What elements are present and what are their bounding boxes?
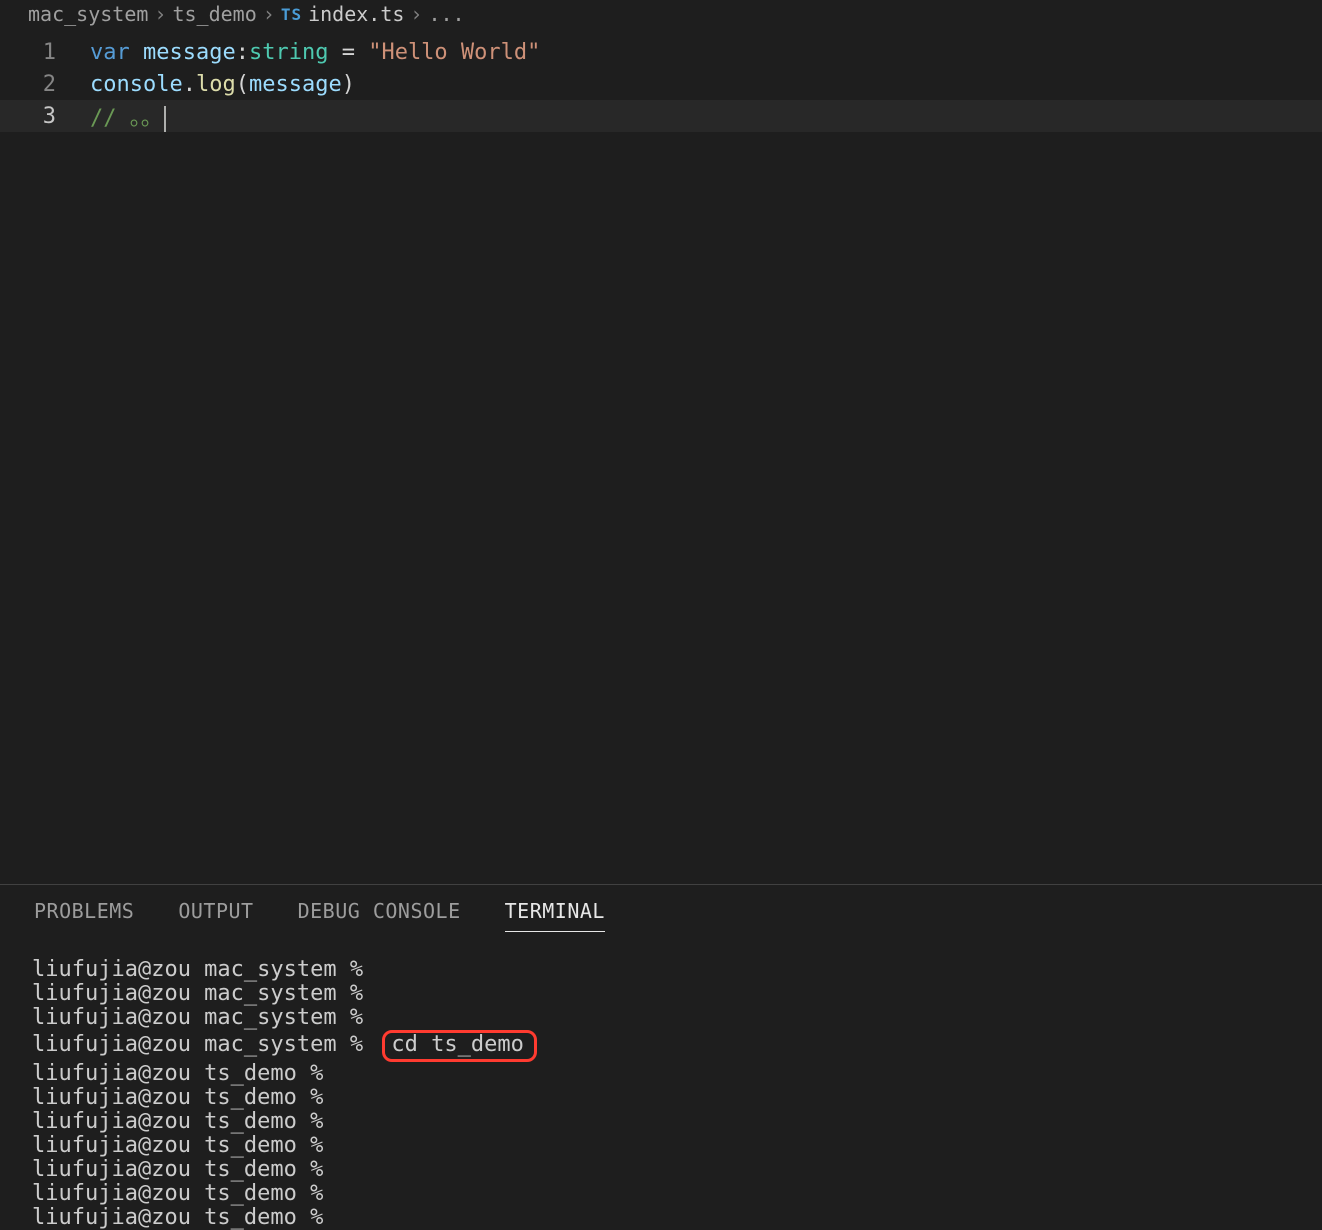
breadcrumb-item-file[interactable]: index.ts: [308, 2, 404, 26]
token: log: [196, 72, 236, 97]
terminal-prompt: liufujia@zou ts_demo %: [32, 1133, 337, 1158]
breadcrumb-item-folder[interactable]: mac_system: [28, 2, 148, 26]
code-content[interactable]: // 。。: [90, 100, 166, 132]
token: :: [236, 40, 249, 65]
panel-tab-terminal[interactable]: TERMINAL: [505, 899, 605, 932]
token: message: [249, 72, 342, 97]
text-cursor: [164, 106, 166, 132]
token: "Hello World": [368, 40, 540, 65]
panel-tab-debug-console[interactable]: DEBUG CONSOLE: [298, 899, 461, 932]
terminal-prompt: liufujia@zou mac_system %: [32, 1005, 376, 1030]
token: string: [249, 40, 328, 65]
terminal-line: liufujia@zou mac_system %: [32, 1006, 1290, 1030]
terminal-prompt: liufujia@zou ts_demo %: [32, 1205, 337, 1230]
bottom-panel: PROBLEMS OUTPUT DEBUG CONSOLE TERMINAL liuf…: [0, 884, 1322, 1230]
terminal-prompt: liufujia@zou ts_demo %: [32, 1157, 337, 1182]
breadcrumb: mac_system › ts_demo › TS index.ts › ...: [0, 0, 1322, 34]
token: =: [328, 40, 368, 65]
code-line[interactable]: 2console.log(message): [0, 68, 1322, 100]
terminal-prompt: liufujia@zou ts_demo %: [32, 1085, 337, 1110]
line-number: 1: [0, 40, 90, 65]
token: ): [342, 72, 355, 97]
token: var: [90, 40, 130, 65]
terminal-line: liufujia@zou ts_demo %: [32, 1134, 1290, 1158]
chevron-right-icon: ›: [154, 2, 166, 26]
breadcrumb-item-folder[interactable]: ts_demo: [172, 2, 256, 26]
token: .: [183, 72, 196, 97]
code-content[interactable]: console.log(message): [90, 72, 355, 97]
terminal-line: liufujia@zou mac_system %: [32, 958, 1290, 982]
terminal-prompt: liufujia@zou ts_demo %: [32, 1061, 337, 1086]
chevron-right-icon: ›: [263, 2, 275, 26]
panel-tab-problems[interactable]: PROBLEMS: [34, 899, 134, 932]
breadcrumb-item-ellipsis[interactable]: ...: [428, 2, 464, 26]
token: (: [236, 72, 249, 97]
terminal-line: liufujia@zou mac_system % cd ts_demo: [32, 1030, 1290, 1062]
line-number: 2: [0, 72, 90, 97]
terminal-line: liufujia@zou ts_demo %: [32, 1206, 1290, 1230]
panel-tabs: PROBLEMS OUTPUT DEBUG CONSOLE TERMINAL: [0, 885, 1322, 942]
code-content[interactable]: var message:string = "Hello World": [90, 40, 540, 65]
token: message: [143, 40, 236, 65]
chevron-right-icon: ›: [410, 2, 422, 26]
terminal-line: liufujia@zou ts_demo %: [32, 1062, 1290, 1086]
terminal-line: liufujia@zou ts_demo %: [32, 1158, 1290, 1182]
code-line[interactable]: 1var message:string = "Hello World": [0, 36, 1322, 68]
terminal-line: liufujia@zou ts_demo %: [32, 1182, 1290, 1206]
token: console: [90, 72, 183, 97]
terminal-line: liufujia@zou ts_demo %: [32, 1086, 1290, 1110]
terminal-prompt: liufujia@zou mac_system %: [32, 981, 376, 1006]
terminal-prompt: liufujia@zou mac_system %: [32, 957, 376, 982]
code-line[interactable]: 3// 。。: [0, 100, 1322, 132]
terminal-prompt: liufujia@zou ts_demo %: [32, 1181, 337, 1206]
terminal-prompt: liufujia@zou ts_demo %: [32, 1109, 337, 1134]
terminal-output[interactable]: liufujia@zou mac_system % liufujia@zou m…: [0, 942, 1322, 1230]
code-editor[interactable]: 1var message:string = "Hello World"2cons…: [0, 34, 1322, 884]
typescript-icon: TS: [281, 5, 302, 24]
highlighted-command: cd ts_demo: [382, 1030, 536, 1062]
token: [130, 40, 143, 65]
terminal-line: liufujia@zou mac_system %: [32, 982, 1290, 1006]
line-number: 3: [0, 104, 90, 129]
token: // 。。: [90, 106, 163, 131]
terminal-line: liufujia@zou ts_demo %: [32, 1110, 1290, 1134]
panel-tab-output[interactable]: OUTPUT: [178, 899, 253, 932]
terminal-prompt: liufujia@zou mac_system %: [32, 1032, 376, 1057]
